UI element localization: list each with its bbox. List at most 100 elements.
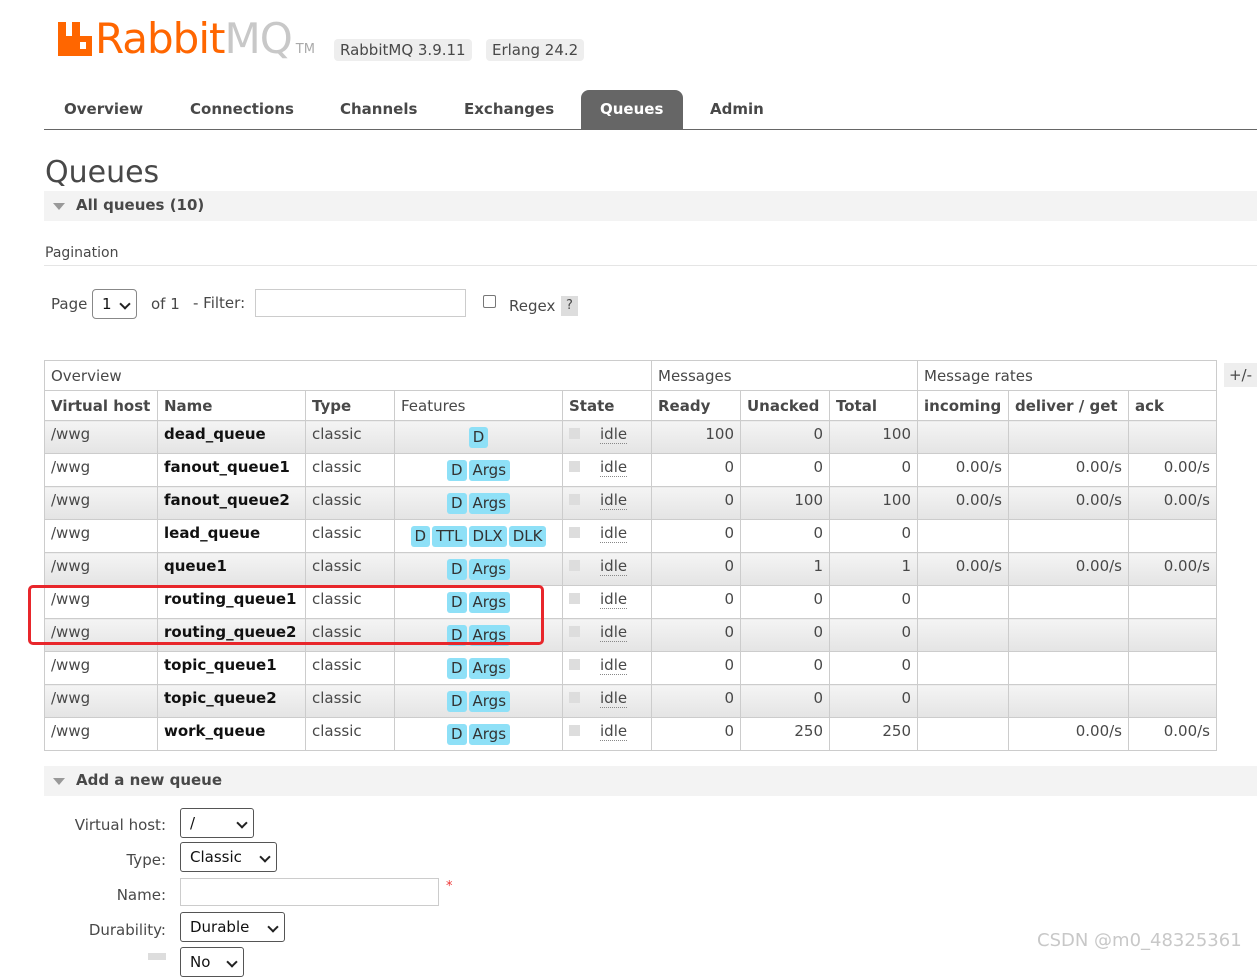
tab-exchanges[interactable]: Exchanges (445, 90, 573, 129)
cell-deliver-get-rate (1008, 684, 1129, 718)
column-header-state[interactable]: State (562, 390, 652, 421)
column-toggle-button[interactable]: +/- (1224, 363, 1257, 387)
pagination-heading: Pagination (45, 245, 119, 261)
table-row[interactable]: /wwg work_queue classic D Args idle 0 250 250 0.0… (44, 717, 1217, 751)
cell-incoming-rate: 0.00/s (917, 486, 1009, 520)
feature-badge: D (468, 427, 489, 448)
cell-state: idle (562, 651, 652, 685)
cell-unacked: 1 (740, 552, 830, 586)
watermark: CSDN @m0_48325361 (1037, 930, 1242, 951)
tab-connections[interactable]: Connections (171, 90, 313, 129)
name-label: Name: (116, 886, 166, 904)
column-header-type[interactable]: Type (305, 390, 395, 421)
cell-type: classic (305, 552, 395, 586)
cell-type: classic (305, 420, 395, 454)
queue-name-link[interactable]: routing_queue2 (157, 618, 306, 652)
column-header-unacked[interactable]: Unacked (740, 390, 830, 421)
table-row[interactable]: /wwg lead_queue classic D TTL DLX DLK idle 0 0 0 (44, 519, 1217, 553)
column-header-ack[interactable]: ack (1128, 390, 1217, 421)
cell-ack-rate: 0.00/s (1128, 717, 1217, 751)
help-button[interactable] (148, 953, 166, 960)
filter-input[interactable] (255, 289, 466, 317)
table-row[interactable]: /wwg fanout_queue2 classic D Args idle 0 100 100… (44, 486, 1217, 520)
cell-incoming-rate (917, 420, 1009, 454)
page-label: Page (51, 295, 88, 313)
column-header-deliver-get[interactable]: deliver / get (1008, 390, 1129, 421)
queue-name-input[interactable] (180, 878, 439, 906)
tab-overview[interactable]: Overview (45, 90, 162, 129)
all-queues-heading: All queues (10) (76, 196, 205, 214)
state-indicator-icon (569, 461, 580, 472)
vhost-select[interactable]: / (180, 808, 254, 838)
all-queues-section-toggle[interactable]: All queues (10) (44, 191, 1257, 221)
filter-label: - Filter: (193, 294, 246, 312)
column-header-ready[interactable]: Ready (651, 390, 741, 421)
cell-features: D Args (394, 552, 563, 586)
table-row[interactable]: /wwg routing_queue2 classic D Args idle 0 0 0 (44, 618, 1217, 652)
queue-name-link[interactable]: topic_queue2 (157, 684, 306, 718)
required-mark: * (446, 879, 453, 894)
cell-total: 0 (829, 585, 918, 619)
cell-incoming-rate (917, 717, 1009, 751)
state-indicator-icon (569, 692, 580, 703)
cell-type: classic (305, 684, 395, 718)
queue-name-link[interactable]: lead_queue (157, 519, 306, 553)
cell-unacked: 250 (740, 717, 830, 751)
table-row[interactable]: /wwg fanout_queue1 classic D Args idle 0 0 0 0.00… (44, 453, 1217, 487)
auto-delete-select[interactable]: No (180, 947, 244, 977)
logo-trademark: TM (295, 42, 315, 57)
queue-name-link[interactable]: work_queue (157, 717, 306, 751)
table-row[interactable]: /wwg dead_queue classic Didle 100 0 100 (44, 420, 1217, 454)
cell-incoming-rate (917, 651, 1009, 685)
column-header-virtual-host[interactable]: Virtual host (44, 390, 158, 421)
state-indicator-icon (569, 593, 580, 604)
cell-deliver-get-rate: 0.00/s (1008, 552, 1129, 586)
cell-total: 1 (829, 552, 918, 586)
feature-badge: D (446, 625, 467, 646)
cell-features: D (394, 420, 563, 454)
queue-name-link[interactable]: topic_queue1 (157, 651, 306, 685)
queue-name-link[interactable]: routing_queue1 (157, 585, 306, 619)
queue-name-link[interactable]: queue1 (157, 552, 306, 586)
feature-badge: TTL (432, 526, 467, 547)
cell-type: classic (305, 651, 395, 685)
column-header-total[interactable]: Total (829, 390, 918, 421)
cell-virtual-host: /wwg (44, 684, 158, 718)
queues-table: Overview Messages Message rates Virtual … (44, 360, 1217, 751)
state-indicator-icon (569, 626, 580, 637)
column-header-name[interactable]: Name (157, 390, 306, 421)
cell-unacked: 0 (740, 519, 830, 553)
queue-name-link[interactable]: fanout_queue1 (157, 453, 306, 487)
page-select-value: 1 (102, 295, 112, 313)
tab-queues[interactable]: Queues (581, 90, 683, 129)
page-select[interactable]: 1 (92, 289, 137, 319)
rabbitmq-logo[interactable]: RabbitMQ TM (58, 18, 315, 60)
table-row[interactable]: /wwg routing_queue1 classic D Args idle 0 0 0 (44, 585, 1217, 619)
queue-name-link[interactable]: dead_queue (157, 420, 306, 454)
tab-channels[interactable]: Channels (321, 90, 436, 129)
cell-ack-rate (1128, 684, 1217, 718)
type-select[interactable]: Classic (180, 842, 277, 872)
cell-total: 250 (829, 717, 918, 751)
main-nav: Overview Connections Channels Exchanges … (44, 90, 1257, 130)
cell-ready: 0 (651, 618, 741, 652)
state-indicator-icon (569, 494, 580, 505)
tab-admin[interactable]: Admin (691, 90, 783, 129)
regex-help-button[interactable]: ? (561, 296, 578, 316)
logo-wordmark: RabbitMQ (95, 14, 293, 63)
table-row[interactable]: /wwg queue1 classic D Args idle 0 1 1 0.00/s 0.00/… (44, 552, 1217, 586)
column-header-incoming[interactable]: incoming (917, 390, 1009, 421)
cell-deliver-get-rate: 0.00/s (1008, 453, 1129, 487)
queue-name-link[interactable]: fanout_queue2 (157, 486, 306, 520)
regex-checkbox[interactable] (483, 295, 496, 308)
cell-incoming-rate (917, 585, 1009, 619)
feature-badge: D (446, 460, 467, 481)
add-queue-section-toggle[interactable]: Add a new queue (44, 766, 1257, 796)
feature-badge: D (446, 724, 467, 745)
cell-total: 0 (829, 453, 918, 487)
durability-select[interactable]: Durable (180, 912, 285, 942)
cell-ready: 0 (651, 585, 741, 619)
table-row[interactable]: /wwg topic_queue1 classic D Args idle 0 0 0 (44, 651, 1217, 685)
chevron-down-icon (236, 817, 248, 829)
table-row[interactable]: /wwg topic_queue2 classic D Args idle 0 0 0 (44, 684, 1217, 718)
